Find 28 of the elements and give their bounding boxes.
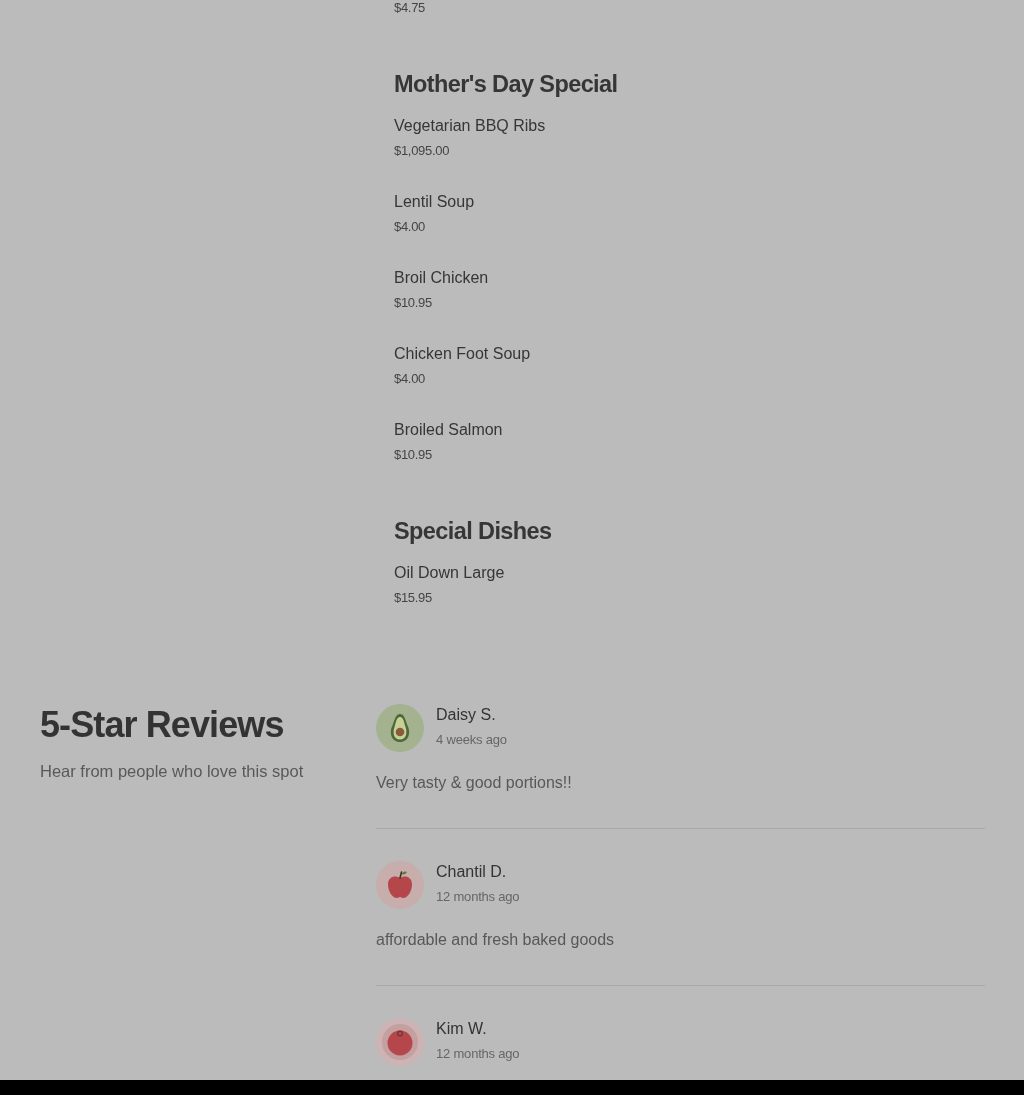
- review-text: affordable and fresh baked goods: [376, 930, 615, 950]
- review-time: 12 months ago: [436, 889, 520, 905]
- menu-item-price: $10.95: [394, 447, 432, 463]
- menu-item-name: Chicken Foot Soup: [394, 344, 531, 364]
- review-text: Very tasty & good portions!!: [376, 773, 572, 793]
- menu-item-price: $4.75: [394, 0, 426, 16]
- menu-item-price: $10.95: [394, 295, 432, 311]
- menu-item-price: $15.95: [394, 590, 432, 606]
- reviewer-name: Kim W.: [436, 1019, 487, 1039]
- menu-item-price: $4.00: [394, 371, 426, 387]
- review-time: 4 weeks ago: [436, 732, 507, 748]
- reviewer-name: Daisy S.: [436, 705, 496, 725]
- reviews-subtitle: Hear from people who love this spot: [40, 761, 304, 781]
- section-heading: Special Dishes: [394, 517, 552, 546]
- menu-item-price: $4.00: [394, 219, 426, 235]
- menu-item-name: Lentil Soup: [394, 192, 475, 212]
- apple-avatar-icon: [376, 861, 424, 909]
- menu-item-name: Oil Down Large: [394, 563, 505, 583]
- menu-item-name: Broiled Salmon: [394, 420, 503, 440]
- menu-item-price: $1,095.00: [394, 143, 450, 159]
- review-time: 12 months ago: [436, 1046, 520, 1062]
- menu-item-name: Broil Chicken: [394, 268, 489, 288]
- section-heading: Mother's Day Special: [394, 70, 618, 99]
- reviewer-name: Chantil D.: [436, 862, 507, 882]
- menu-item-name: Vegetarian BBQ Ribs: [394, 116, 546, 136]
- reviews-heading: 5-Star Reviews: [40, 705, 284, 745]
- avocado-avatar-icon: [376, 704, 424, 752]
- tomato-avatar-icon: [376, 1018, 424, 1066]
